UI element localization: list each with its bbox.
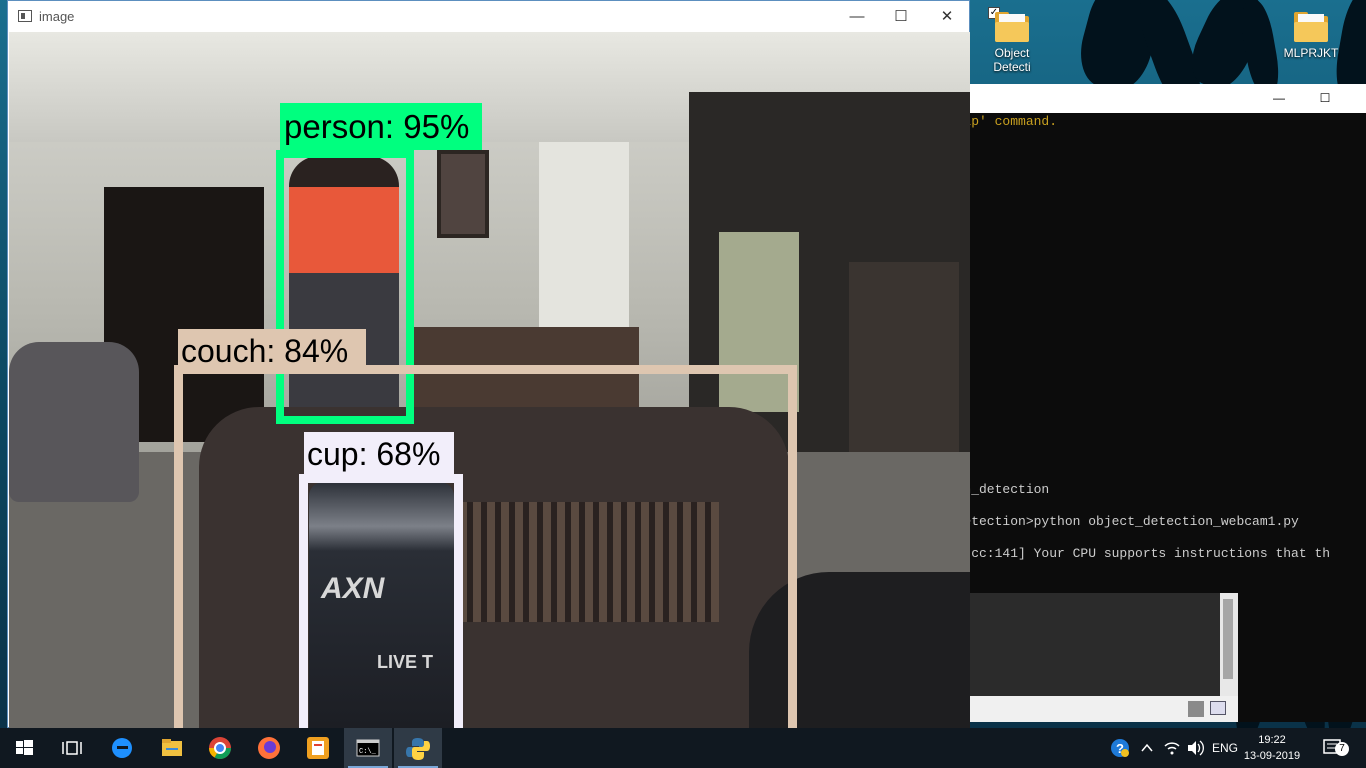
image-window-titlebar[interactable]: image — ☐ ✕ (8, 1, 969, 32)
window-title: image (39, 9, 75, 24)
show-hidden-icons-chevron-up-icon[interactable] (1140, 728, 1154, 768)
clock-date: 13-09-2019 (1243, 750, 1301, 762)
console-output[interactable]: e pip' command. tion_detection n_detecti… (940, 113, 1366, 593)
command-prompt-icon: C:\_ (356, 739, 380, 757)
notification-count-badge: 7 (1335, 742, 1349, 756)
notes-app-icon (307, 737, 329, 759)
clock-time: 19:22 (1258, 734, 1286, 746)
folder-icon (995, 12, 1029, 42)
task-view-button[interactable] (48, 728, 96, 768)
console-line: n_detection>python object_detection_webc… (940, 514, 1299, 529)
window-app-icon (18, 10, 32, 22)
console-status-strip (970, 696, 1238, 722)
webcam-frame: AXN LIVE T person: 95% couch: 84% cup: 6… (9, 32, 970, 728)
start-button[interactable] (0, 728, 48, 768)
wall-frame (437, 150, 489, 238)
minimize-button[interactable]: — (834, 1, 880, 32)
image-window[interactable]: image — ☐ ✕ AXN LIVE T person: 95% couch… (7, 0, 970, 728)
close-button[interactable]: ✕ (924, 1, 970, 32)
side-chair (9, 342, 139, 502)
firefox-icon (258, 737, 280, 759)
file-explorer-icon (162, 739, 182, 756)
chrome-icon (209, 737, 231, 759)
detection-label-person: person: 95% (280, 103, 482, 150)
console-close-button[interactable]: ✕ (1348, 84, 1366, 113)
detection-box-couch (174, 365, 797, 728)
taskbar-command-prompt[interactable]: C:\_ (344, 728, 392, 768)
windows-logo-icon (16, 740, 33, 755)
taskbar-notes-app[interactable] (294, 728, 342, 768)
taskbar-edge[interactable] (98, 728, 146, 768)
detection-label-couch: couch: 84% (178, 329, 366, 369)
taskbar-chrome[interactable] (196, 728, 244, 768)
console-titlebar[interactable]: — ☐ ✕ (940, 84, 1366, 113)
folder-icon (1294, 12, 1328, 42)
desktop-icon-label: Object Detecti (993, 46, 1031, 74)
wifi-icon[interactable] (1162, 728, 1182, 768)
console-scrollbar[interactable] (1220, 593, 1238, 696)
desktop-icon-mlprjkt[interactable]: MLPRJKT (1279, 12, 1343, 60)
task-view-icon (62, 741, 82, 755)
console-maximize-button[interactable]: ☐ (1302, 84, 1348, 113)
detection-label-cup: cup: 68% (304, 432, 454, 477)
desktop-icon-label: MLPRJKT (1283, 46, 1339, 60)
svg-text:C:\_: C:\_ (359, 748, 377, 756)
edge-icon (112, 738, 132, 758)
taskbar-firefox[interactable] (245, 728, 293, 768)
grip-icon[interactable] (1188, 701, 1204, 717)
window-icon[interactable] (1210, 701, 1226, 715)
help-icon[interactable]: ? (1108, 728, 1132, 768)
taskbar: C:\_ ? ENG 19:22 13-09-2019 7 (0, 728, 1366, 768)
help-icon-glyph: ? (1111, 739, 1129, 757)
scrollbar-thumb[interactable] (1223, 599, 1233, 679)
console-minimize-button[interactable]: — (1256, 84, 1302, 113)
console-line: ard.cc:141] Your CPU supports instructio… (940, 546, 1331, 561)
console-window[interactable]: — ☐ ✕ e pip' command. tion_detection n_d… (940, 84, 1366, 722)
chevron-up-icon (1141, 743, 1153, 752)
action-center-button[interactable]: 7 (1322, 728, 1349, 768)
wifi-glyph (1164, 742, 1180, 755)
detection-box-cup (299, 474, 463, 728)
volume-icon[interactable] (1185, 728, 1205, 768)
maximize-button[interactable]: ☐ (878, 1, 924, 32)
desktop-icon-object-detection[interactable]: Object Detecti (980, 12, 1044, 74)
language-indicator[interactable]: ENG (1212, 728, 1238, 768)
clock[interactable]: 19:22 13-09-2019 (1242, 732, 1302, 764)
python-icon (406, 738, 430, 760)
taskbar-file-explorer[interactable] (148, 728, 196, 768)
taskbar-python[interactable] (394, 728, 442, 768)
volume-glyph (1188, 740, 1204, 756)
console-lower-pane (970, 593, 1238, 696)
